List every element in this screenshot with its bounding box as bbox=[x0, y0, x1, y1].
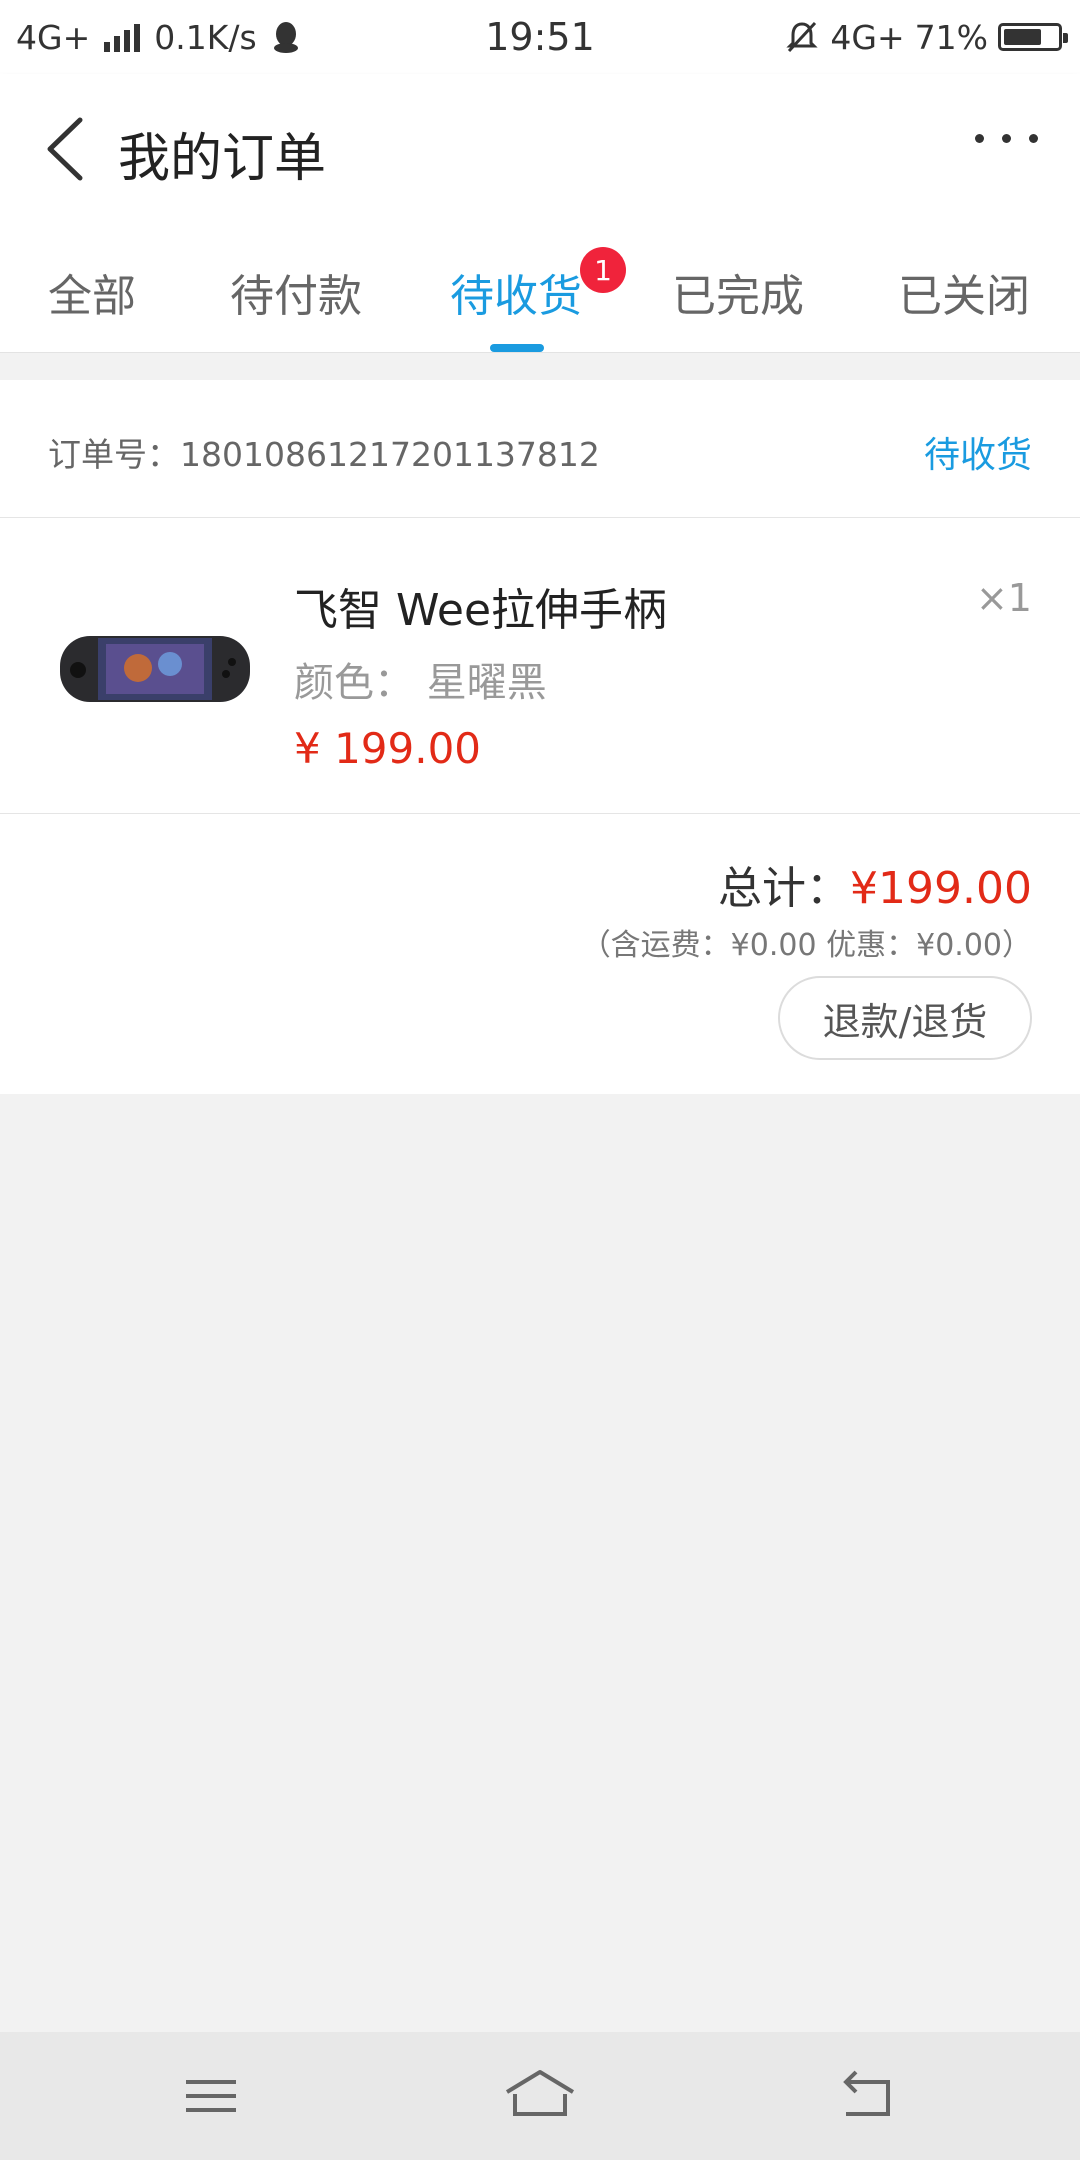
more-dots-icon[interactable] bbox=[975, 134, 1038, 143]
tab-count-badge: 1 bbox=[580, 247, 626, 293]
network-speed: 0.1K/s bbox=[154, 17, 257, 57]
game-controller-image[interactable] bbox=[58, 628, 252, 710]
signal-icon bbox=[104, 22, 141, 52]
active-tab-indicator bbox=[490, 344, 544, 352]
page-title: 我的订单 bbox=[118, 129, 327, 189]
order-tabs: 全部 待付款 待收货 已完成 已关闭 bbox=[0, 222, 1080, 353]
divider bbox=[0, 517, 1080, 518]
status-bar: 4G+ 0.1K/s 19:51 4G+ 71% bbox=[0, 0, 1080, 74]
tab-pending-payment[interactable]: 待付款 bbox=[230, 260, 362, 324]
tab-pending-receipt[interactable]: 待收货 bbox=[450, 260, 582, 324]
product-name[interactable]: 飞智 Wee拉伸手柄 bbox=[294, 574, 667, 638]
network-type-left: 4G+ bbox=[16, 17, 91, 57]
back-arrow-icon[interactable] bbox=[824, 2060, 914, 2132]
tab-completed[interactable]: 已完成 bbox=[672, 260, 804, 324]
tab-closed[interactable]: 已关闭 bbox=[898, 260, 1030, 324]
system-nav-bar bbox=[0, 2032, 1080, 2160]
order-total: 总计：¥199.00 bbox=[718, 852, 1032, 916]
order-status: 待收货 bbox=[923, 435, 1032, 476]
product-price: ¥ 199.00 bbox=[294, 724, 482, 773]
battery-percent: 71% bbox=[914, 17, 988, 57]
battery-icon bbox=[998, 23, 1068, 51]
fee-detail: （含运费：¥0.00 优惠：¥0.00） bbox=[580, 928, 1032, 963]
order-number: 订单号：18010861217201137812 bbox=[48, 435, 600, 474]
product-spec: 颜色： 星曜黑 bbox=[294, 660, 547, 706]
network-type-right: 4G+ bbox=[830, 17, 905, 57]
menu-icon[interactable] bbox=[166, 2060, 256, 2132]
qq-penguin-icon bbox=[273, 22, 298, 53]
divider bbox=[0, 813, 1080, 814]
title-bar: 我的订单 bbox=[0, 74, 1080, 222]
tab-all[interactable]: 全部 bbox=[48, 260, 136, 324]
product-quantity: ×1 bbox=[975, 576, 1032, 620]
home-icon[interactable] bbox=[495, 2060, 585, 2132]
total-amount: ¥199.00 bbox=[850, 863, 1032, 914]
refund-return-button[interactable]: 退款/退货 bbox=[778, 976, 1032, 1060]
mute-bell-icon bbox=[786, 21, 819, 53]
total-label: 总计： bbox=[718, 863, 851, 914]
chevron-left-icon[interactable] bbox=[38, 114, 98, 184]
order-card[interactable]: 订单号：18010861217201137812 待收货 飞智 Wee拉伸手柄 … bbox=[0, 380, 1080, 1094]
